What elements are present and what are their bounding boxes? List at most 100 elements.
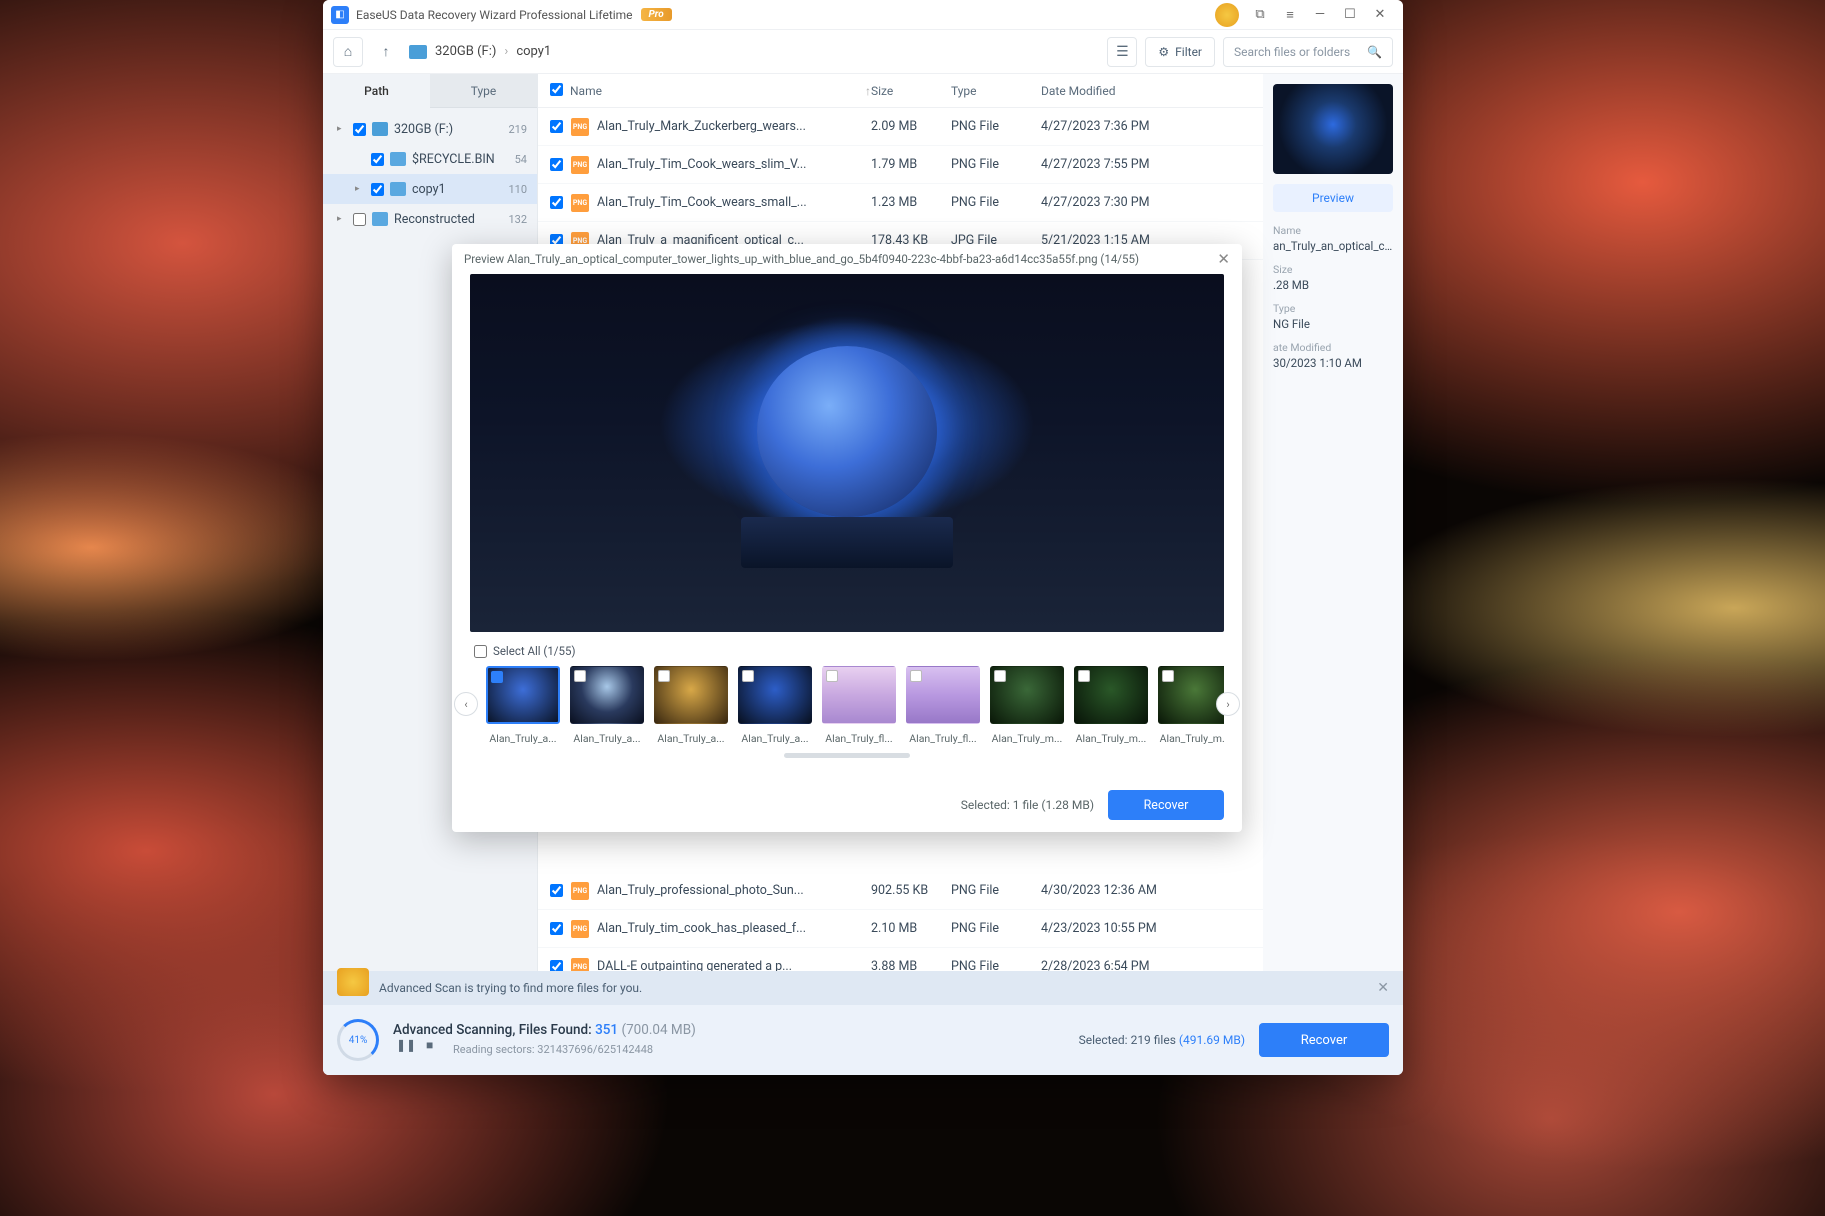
preview-thumb[interactable]: Alan_Truly_m... bbox=[1158, 666, 1224, 745]
file-row[interactable]: PNG Alan_Truly_tim_cook_has_pleased_f...… bbox=[538, 910, 1263, 948]
select-all-checkbox[interactable] bbox=[550, 83, 563, 96]
thumb-scrollbar[interactable] bbox=[784, 753, 910, 758]
recover-button[interactable]: Recover bbox=[1259, 1023, 1389, 1057]
thumb-checkbox[interactable] bbox=[658, 670, 670, 682]
preview-thumb[interactable]: Alan_Truly_a... bbox=[654, 666, 728, 745]
details-date: 30/2023 1:10 AM bbox=[1273, 356, 1393, 370]
app-icon: ◧ bbox=[331, 6, 349, 24]
preview-close-button[interactable]: ✕ bbox=[1217, 250, 1230, 268]
file-date: 4/23/2023 10:55 PM bbox=[1041, 921, 1251, 936]
file-row[interactable]: PNG Alan_Truly_Tim_Cook_wears_small_... … bbox=[538, 184, 1263, 222]
details-type: NG File bbox=[1273, 317, 1393, 331]
file-row[interactable]: PNG Alan_Truly_Mark_Zuckerberg_wears... … bbox=[538, 108, 1263, 146]
preview-image bbox=[470, 274, 1224, 632]
minimize-button[interactable]: — bbox=[1305, 1, 1335, 29]
thumb-checkbox[interactable] bbox=[910, 670, 922, 682]
preview-thumb[interactable]: Alan_Truly_a... bbox=[570, 666, 644, 745]
tree-checkbox[interactable] bbox=[371, 153, 384, 166]
file-name: Alan_Truly_Mark_Zuckerberg_wears... bbox=[597, 119, 871, 134]
scan-banner-text: Advanced Scan is trying to find more fil… bbox=[379, 981, 642, 995]
file-checkbox[interactable] bbox=[550, 196, 563, 209]
filter-icon: ⚙ bbox=[1158, 45, 1169, 59]
file-size: 2.09 MB bbox=[871, 119, 951, 134]
search-input[interactable]: Search files or folders 🔍 bbox=[1223, 37, 1393, 67]
file-type: PNG File bbox=[951, 157, 1041, 172]
file-date: 4/27/2023 7:30 PM bbox=[1041, 195, 1251, 210]
col-type[interactable]: Type bbox=[951, 84, 1041, 98]
file-name: Alan_Truly_professional_photo_Sun... bbox=[597, 883, 871, 898]
file-checkbox[interactable] bbox=[550, 884, 563, 897]
tree-item[interactable]: $RECYCLE.BIN 54 bbox=[323, 144, 537, 174]
tab-type[interactable]: Type bbox=[430, 74, 537, 108]
tree-item[interactable]: ▸ 320GB (F:) 219 bbox=[323, 114, 537, 144]
home-button[interactable]: ⌂ bbox=[333, 37, 363, 67]
file-date: 4/27/2023 7:36 PM bbox=[1041, 119, 1251, 134]
up-button[interactable]: ↑ bbox=[371, 37, 401, 67]
folder-icon bbox=[390, 182, 406, 196]
file-checkbox[interactable] bbox=[550, 922, 563, 935]
preview-recover-button[interactable]: Recover bbox=[1108, 790, 1224, 820]
app-title: EaseUS Data Recovery Wizard Professional… bbox=[356, 8, 633, 22]
thumb-image bbox=[654, 666, 728, 724]
breadcrumb-folder[interactable]: copy1 bbox=[516, 44, 551, 59]
tree-checkbox[interactable] bbox=[353, 123, 366, 136]
tree-item[interactable]: ▸ copy1 110 bbox=[323, 174, 537, 204]
details-name: an_Truly_an_optical_com... bbox=[1273, 239, 1393, 253]
select-all-row[interactable]: Select All (1/55) bbox=[452, 644, 1242, 666]
thumb-label: Alan_Truly_a... bbox=[654, 732, 728, 745]
list-view-button[interactable]: ☰ bbox=[1107, 37, 1137, 67]
file-type-icon: PNG bbox=[571, 194, 589, 212]
details-pane: Preview Namean_Truly_an_optical_com... S… bbox=[1263, 74, 1403, 1075]
col-name[interactable]: Name bbox=[570, 84, 602, 98]
thumb-checkbox[interactable] bbox=[1078, 670, 1090, 682]
preview-thumb[interactable]: Alan_Truly_m... bbox=[1074, 666, 1148, 745]
tree-item[interactable]: ▸ Reconstructed 132 bbox=[323, 204, 537, 234]
preview-thumb[interactable]: Alan_Truly_a... bbox=[738, 666, 812, 745]
file-row[interactable]: PNG Alan_Truly_Tim_Cook_wears_slim_V... … bbox=[538, 146, 1263, 184]
file-header: Name↑ Size Type Date Modified bbox=[538, 74, 1263, 108]
menu-icon[interactable]: ≡ bbox=[1275, 1, 1305, 29]
tree-label: 320GB (F:) bbox=[394, 122, 502, 137]
preview-modal: Preview Alan_Truly_an_optical_computer_t… bbox=[452, 244, 1242, 832]
window-layout-icon[interactable]: ⧉ bbox=[1245, 1, 1275, 29]
thumb-label: Alan_Truly_m... bbox=[1074, 732, 1148, 745]
thumb-checkbox[interactable] bbox=[826, 670, 838, 682]
pause-button[interactable]: ❚❚ bbox=[396, 1038, 416, 1058]
file-checkbox[interactable] bbox=[550, 158, 563, 171]
details-thumbnail bbox=[1273, 84, 1393, 174]
maximize-button[interactable]: ☐ bbox=[1335, 1, 1365, 29]
scan-status-title: Advanced Scanning, Files Found: 351 (700… bbox=[393, 1022, 1079, 1038]
file-date: 4/27/2023 7:55 PM bbox=[1041, 157, 1251, 172]
upgrade-icon[interactable] bbox=[1215, 3, 1239, 27]
preview-thumb[interactable]: Alan_Truly_fl... bbox=[906, 666, 980, 745]
breadcrumb-drive[interactable]: 320GB (F:) bbox=[435, 44, 496, 59]
file-row[interactable]: PNG Alan_Truly_professional_photo_Sun...… bbox=[538, 872, 1263, 910]
close-button[interactable]: ✕ bbox=[1365, 1, 1395, 29]
tree-checkbox[interactable] bbox=[353, 213, 366, 226]
filter-button[interactable]: ⚙ Filter bbox=[1145, 37, 1215, 67]
file-checkbox[interactable] bbox=[550, 120, 563, 133]
file-size: 1.23 MB bbox=[871, 195, 951, 210]
preview-thumb[interactable]: Alan_Truly_a... bbox=[486, 666, 560, 745]
thumb-checkbox[interactable] bbox=[574, 670, 586, 682]
file-size: 2.10 MB bbox=[871, 921, 951, 936]
thumb-checkbox[interactable] bbox=[994, 670, 1006, 682]
scan-banner-close[interactable]: ✕ bbox=[1377, 980, 1389, 996]
stop-button[interactable]: ■ bbox=[426, 1038, 446, 1058]
file-type-icon: PNG bbox=[571, 920, 589, 938]
file-type: PNG File bbox=[951, 883, 1041, 898]
tree-checkbox[interactable] bbox=[371, 183, 384, 196]
breadcrumb[interactable]: 320GB (F:) › copy1 bbox=[409, 44, 551, 59]
thumb-next-button[interactable]: › bbox=[1216, 692, 1240, 716]
preview-thumb[interactable]: Alan_Truly_m... bbox=[990, 666, 1064, 745]
col-date[interactable]: Date Modified bbox=[1041, 84, 1251, 98]
select-all-preview-checkbox[interactable] bbox=[474, 645, 487, 658]
thumb-checkbox[interactable] bbox=[491, 671, 503, 683]
col-size[interactable]: Size bbox=[871, 84, 951, 98]
tab-path[interactable]: Path bbox=[323, 74, 430, 108]
thumb-checkbox[interactable] bbox=[1162, 670, 1174, 682]
preview-thumb[interactable]: Alan_Truly_fl... bbox=[822, 666, 896, 745]
thumb-checkbox[interactable] bbox=[742, 670, 754, 682]
preview-button[interactable]: Preview bbox=[1273, 184, 1393, 212]
thumb-prev-button[interactable]: ‹ bbox=[454, 692, 478, 716]
